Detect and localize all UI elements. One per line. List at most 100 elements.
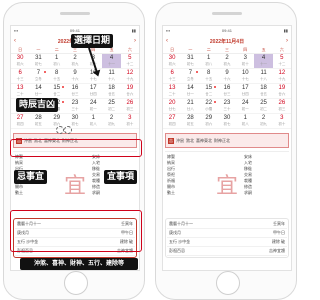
weekday-label: 四	[243, 47, 248, 52]
day-cell[interactable]: 26 初三	[120, 99, 139, 114]
day-cell[interactable]: 14 廿一	[29, 84, 48, 99]
next-month-button[interactable]: ›	[286, 38, 288, 44]
day-cell[interactable]: 18 廿五	[254, 84, 273, 99]
day-cell[interactable]: 13 二十	[11, 84, 30, 99]
lunar-date: 初九	[108, 122, 116, 126]
day-cell[interactable]: 21廿八	[181, 99, 200, 114]
day-cell[interactable]: 3初十	[272, 114, 291, 129]
day-cell[interactable]: 15 廿二	[199, 84, 218, 99]
day-cell[interactable]: 2 初九	[102, 114, 121, 129]
day-cell[interactable]: 1 初八	[199, 54, 218, 69]
day-cell[interactable]: 1 初八	[84, 114, 103, 129]
day-cell[interactable]: 2 初九	[217, 54, 237, 69]
day-cell[interactable]: 26 初三	[272, 99, 291, 114]
lunar-date: 十二	[278, 62, 286, 66]
day-cell[interactable]: 23 三十	[217, 99, 237, 114]
list-row[interactable]: 農曆十月十一 壬寅年	[167, 220, 287, 229]
day-cell[interactable]: 5 十二	[272, 54, 291, 69]
detail-right-column: 安床 入宅 移徙 交易 栽種 修造 求嗣	[242, 152, 289, 216]
next-month-button[interactable]: ›	[134, 38, 136, 44]
day-cell[interactable]: 30 初七	[217, 114, 237, 129]
day-cell[interactable]: 4 十一	[254, 54, 273, 69]
home-button[interactable]	[64, 271, 88, 295]
status-time: 09:41	[69, 28, 80, 33]
day-cell[interactable]: 16 廿三	[65, 84, 85, 99]
day-cell[interactable]: 17 廿四	[84, 84, 103, 99]
lunar-date: 十九	[126, 77, 134, 81]
day-cell[interactable]: 6 十三	[163, 69, 182, 84]
day-cell[interactable]: 11 十八	[254, 69, 273, 84]
day-cell[interactable]: 19 廿六	[120, 84, 139, 99]
info-item: 沖鼠	[176, 137, 184, 143]
day-cell[interactable]: 14 廿一	[181, 84, 200, 99]
list-row[interactable]: 彭祖百忌 吉神宜趨	[167, 247, 287, 256]
day-cell[interactable]: 11 十八	[102, 69, 121, 84]
day-cell[interactable]: 31 初七	[29, 54, 48, 69]
day-cell[interactable]: 3初十	[236, 54, 255, 69]
day-cell[interactable]: 12 十九	[272, 69, 291, 84]
day-cell[interactable]: 2 初九	[254, 114, 273, 129]
day-number: 23	[71, 100, 79, 106]
day-number: 8	[207, 70, 211, 76]
day-cell[interactable]: 17 廿四	[236, 84, 255, 99]
list-row[interactable]: 五行 沙中金 建除 破	[167, 238, 287, 247]
month-title[interactable]: 2022年11月4日	[210, 38, 244, 45]
day-cell[interactable]: 30 初六	[11, 54, 30, 69]
day-cell[interactable]: 29 初六	[199, 114, 218, 129]
day-number: 12	[278, 70, 286, 76]
lunar-date: 廿二	[205, 92, 213, 96]
day-cell[interactable]: 15 廿二	[47, 84, 66, 99]
list-highlight	[10, 210, 142, 252]
day-cell[interactable]: 24 初一	[84, 99, 103, 114]
day-cell[interactable]: 5 十二	[120, 54, 139, 69]
day-cell[interactable]: 1 初八	[236, 114, 255, 129]
day-cell[interactable]: 9 十六	[217, 69, 237, 84]
day-cell[interactable]: 20廿七	[163, 99, 182, 114]
day-cell[interactable]: 4 十一	[102, 54, 121, 69]
day-cell[interactable]: 31 初七	[181, 54, 200, 69]
day-cell[interactable]: 22小雪	[199, 99, 218, 114]
lunar-date: 三十	[223, 107, 231, 111]
day-number: 16	[223, 85, 231, 91]
day-cell[interactable]: 27 初四	[11, 114, 30, 129]
day-number: 2	[225, 55, 229, 61]
info-item: 煞北	[186, 137, 194, 143]
day-number: 27	[16, 115, 24, 121]
day-cell[interactable]: 23 三十	[65, 99, 85, 114]
list-cell: 壬寅年	[273, 221, 285, 226]
day-cell[interactable]: 18 廿五	[102, 84, 121, 99]
day-cell[interactable]: 8 十五	[199, 69, 218, 84]
day-cell[interactable]: 12 十九	[120, 69, 139, 84]
info-bar[interactable]: 吉 沖鼠 煞北 喜神東北 財神正北	[165, 133, 289, 148]
lunar-date: 十五	[205, 77, 213, 81]
day-cell[interactable]: 25 初二	[254, 99, 273, 114]
day-cell[interactable]: 19 廿六	[272, 84, 291, 99]
prev-month-button[interactable]: ‹	[14, 38, 16, 44]
day-cell[interactable]: 25 初二	[102, 99, 121, 114]
day-cell[interactable]: 16 廿三	[217, 84, 237, 99]
day-cell[interactable]: 6 十三	[11, 69, 30, 84]
day-number: 31	[35, 55, 42, 61]
day-cell[interactable]: 8 十五	[47, 69, 66, 84]
day-cell[interactable]: 10十七	[236, 69, 255, 84]
home-button[interactable]	[216, 271, 240, 295]
day-cell[interactable]: 9 十六	[65, 69, 85, 84]
almanac-list: 農曆十月十一 壬寅年 庚戌月 甲午日 五行 沙中金 建除 破彭祖百忌 吉神宜趨	[167, 220, 287, 256]
day-cell[interactable]: 24 初一	[236, 99, 255, 114]
day-cell[interactable]: 3初十	[120, 114, 139, 129]
day-number: 6	[170, 70, 174, 76]
prev-month-button[interactable]: ‹	[166, 38, 168, 44]
day-cell[interactable]: 30 初六	[163, 54, 182, 69]
list-row[interactable]: 庚戌月 甲午日	[167, 229, 287, 238]
day-cell[interactable]: 7 立冬	[181, 69, 200, 84]
day-number: 2	[73, 55, 77, 61]
day-cell[interactable]: 27 初四	[163, 114, 182, 129]
day-cell[interactable]: 1 初八	[47, 54, 66, 69]
day-cell[interactable]: 2 初九	[65, 54, 85, 69]
day-cell[interactable]: 13 二十	[163, 84, 182, 99]
day-cell[interactable]: 7 立冬	[29, 69, 48, 84]
day-number: 7	[188, 70, 193, 76]
day-number: 4	[261, 55, 266, 61]
day-cell[interactable]: 28 初五	[181, 114, 200, 129]
day-cell[interactable]: 28 初五	[29, 114, 48, 129]
